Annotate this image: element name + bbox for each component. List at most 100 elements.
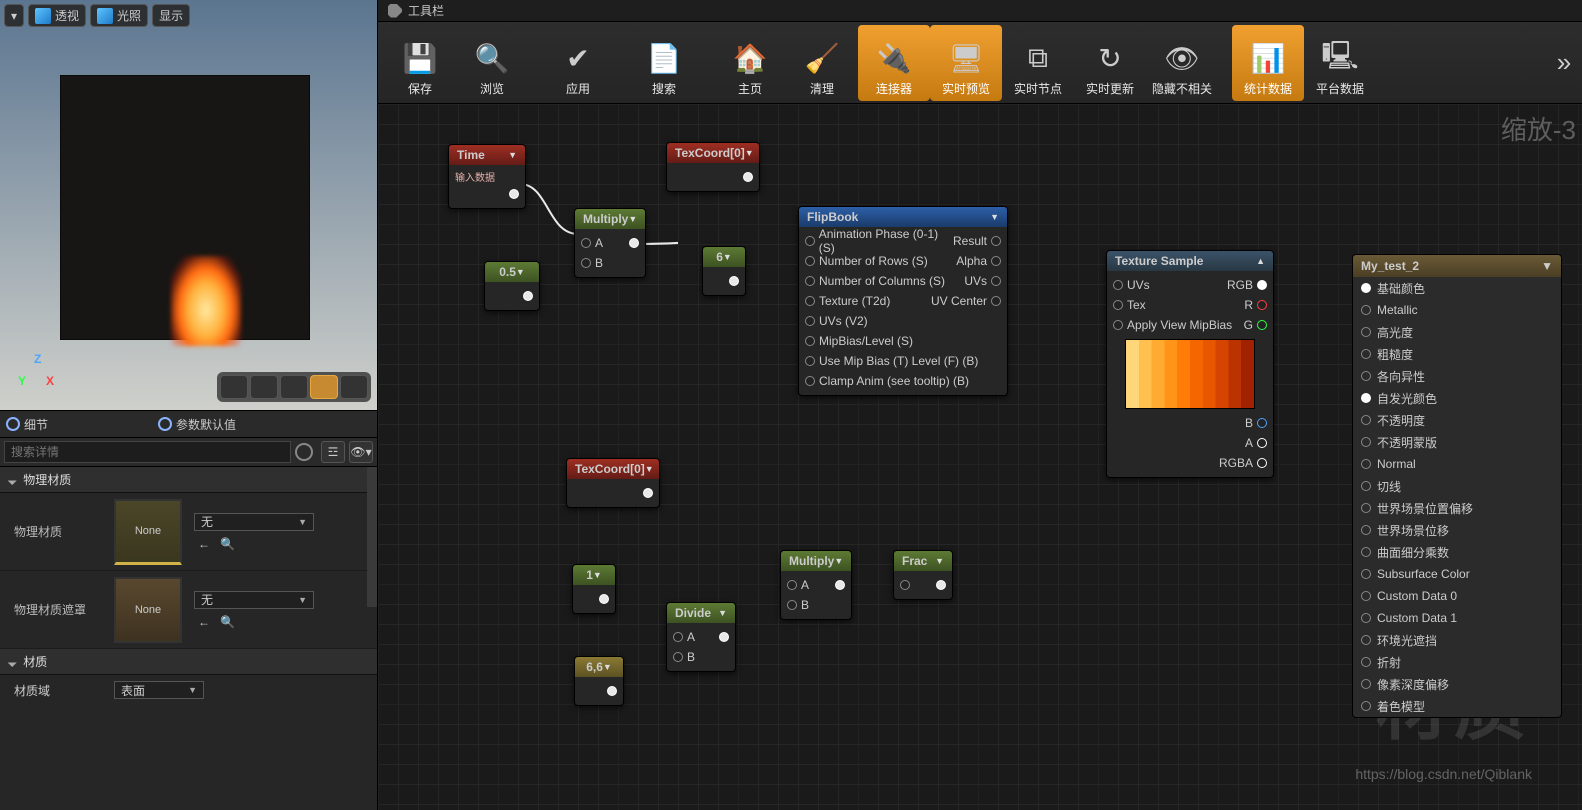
grid-view-button[interactable]: ☲ (321, 441, 345, 463)
viewport[interactable]: ▾ 透视 光照 显示 ZXY (0, 0, 377, 410)
material-pin[interactable]: Custom Data 0 (1353, 585, 1561, 607)
fire-icon (171, 256, 241, 346)
material-pin[interactable]: 切线 (1353, 475, 1561, 497)
toolbar-应用[interactable]: ✔应用 (542, 25, 614, 101)
material-pin[interactable]: 折射 (1353, 651, 1561, 673)
details-panel[interactable]: 物理材质 物理材质 None 无▼ ← 🔍 物理材质遮罩 None 无▼ ← 🔍 (0, 467, 377, 810)
toolbar-搜索[interactable]: 📄搜索 (628, 25, 700, 101)
node-texcoord-a[interactable]: TexCoord[0]▼ (666, 142, 760, 192)
node-material-output[interactable]: My_test_2▼ 基础颜色Metallic高光度粗糙度各向异性自发光颜色不透… (1352, 254, 1562, 718)
material-pin[interactable]: 高光度 (1353, 321, 1561, 343)
preview-mesh (60, 75, 310, 340)
material-pin[interactable]: 粗糙度 (1353, 343, 1561, 365)
toolbar-实时预览[interactable]: 🖥实时预览 (930, 25, 1002, 101)
viewmode-button[interactable]: 光照 (90, 4, 148, 27)
toolbar-浏览[interactable]: 🔍浏览 (456, 25, 528, 101)
node-flipbook[interactable]: FlipBook▼ Animation Phase (0-1) (S)Resul… (798, 206, 1008, 396)
scrollbar[interactable] (367, 467, 377, 607)
toolbar-label: 保存 (408, 80, 432, 97)
toolbar-label: 实时更新 (1086, 80, 1134, 97)
material-pin[interactable]: 世界场景位置偏移 (1353, 497, 1561, 519)
material-pin[interactable]: Custom Data 1 (1353, 607, 1561, 629)
toolbar: 💾保存🔍浏览✔应用📄搜索🏠主页🧹清理🔌连接器🖥实时预览⧉实时节点↻实时更新👁隐藏… (378, 22, 1582, 104)
material-pin[interactable]: 各向异性 (1353, 365, 1561, 387)
toolbar-label: 平台数据 (1316, 80, 1364, 97)
toolbar-icon: ↻ (1089, 38, 1131, 80)
search-icon (295, 443, 313, 461)
eye-dropdown-button[interactable]: 👁▾ (349, 441, 373, 463)
node-divide[interactable]: Divide▼ A B (666, 602, 736, 672)
material-domain-combo[interactable]: 表面▼ (114, 681, 204, 699)
node-const-1[interactable]: 1▼ (572, 564, 616, 614)
section-material[interactable]: 材质 (0, 649, 377, 675)
toolbar-平台数据[interactable]: 🖳平台数据 (1304, 25, 1376, 101)
label-phys-material: 物理材质 (14, 523, 114, 540)
toolbar-主页[interactable]: 🏠主页 (714, 25, 786, 101)
find-asset-icon[interactable]: 🔍 (220, 615, 235, 629)
material-pin[interactable]: 不透明蒙版 (1353, 431, 1561, 453)
material-pin[interactable]: 像素深度偏移 (1353, 673, 1561, 695)
node-const-6[interactable]: 6▼ (702, 246, 746, 296)
material-pin[interactable]: 世界场景位移 (1353, 519, 1561, 541)
material-pin[interactable]: 曲面细分乘数 (1353, 541, 1561, 563)
search-icon (158, 417, 172, 431)
asset-thumbnail[interactable]: None (114, 499, 182, 565)
toolbar-title: 工具栏 (378, 0, 1582, 22)
toolbar-icon: 🧹 (801, 38, 843, 80)
toolbar-label: 隐藏不相关 (1152, 80, 1212, 97)
node-texture-sample[interactable]: Texture Sample▲ UVsRGBTexRApply View Mip… (1106, 250, 1274, 478)
material-pin[interactable]: Metallic (1353, 299, 1561, 321)
node-texcoord-b[interactable]: TexCoord[0]▼ (566, 458, 660, 508)
shape-custom[interactable] (340, 375, 368, 399)
material-pin[interactable]: 着色模型 (1353, 695, 1561, 717)
shape-cylinder[interactable] (220, 375, 248, 399)
toolbar-icon: ✔ (557, 38, 599, 80)
material-pin[interactable]: 环境光遮挡 (1353, 629, 1561, 651)
toolbar-icon: 📊 (1247, 38, 1289, 80)
toolbar-label: 连接器 (876, 80, 912, 97)
material-pin[interactable]: 自发光颜色 (1353, 387, 1561, 409)
shape-cube[interactable] (310, 375, 338, 399)
source-url: https://blog.csdn.net/Qiblank (1355, 766, 1532, 782)
preview-shape-selector[interactable] (217, 372, 371, 402)
viewport-options-button[interactable]: ▾ (4, 4, 24, 27)
tab-param-defaults[interactable]: 参数默认值 (158, 416, 236, 433)
browse-back-icon[interactable]: ← (198, 537, 210, 551)
toolbar-隐藏不相关[interactable]: 👁隐藏不相关 (1146, 25, 1218, 101)
asset-thumbnail[interactable]: None (114, 577, 182, 643)
material-graph[interactable]: 缩放-3 材质 https://blog.csdn.net/Qiblank (378, 104, 1582, 810)
node-multiply-2[interactable]: Multiply▼ A B (780, 550, 852, 620)
node-const-66[interactable]: 6,6▼ (574, 656, 624, 706)
toolbar-实时更新[interactable]: ↻实时更新 (1074, 25, 1146, 101)
toolbar-icon: 🏠 (729, 38, 771, 80)
shape-plane[interactable] (280, 375, 308, 399)
search-input[interactable] (4, 441, 291, 463)
section-phys-material[interactable]: 物理材质 (0, 467, 377, 493)
toolbar-统计数据[interactable]: 📊统计数据 (1232, 25, 1304, 101)
toolbar-label: 主页 (738, 80, 762, 97)
toolbar-icon: 📄 (643, 38, 685, 80)
tab-details[interactable]: 细节 (6, 416, 48, 433)
browse-back-icon[interactable]: ← (198, 615, 210, 629)
shape-sphere[interactable] (250, 375, 278, 399)
node-time[interactable]: Time▼ 输入数据 (448, 144, 526, 209)
find-asset-icon[interactable]: 🔍 (220, 537, 235, 551)
toolbar-连接器[interactable]: 🔌连接器 (858, 25, 930, 101)
material-pin[interactable]: Subsurface Color (1353, 563, 1561, 585)
node-frac[interactable]: Frac▼ (893, 550, 953, 600)
toolbar-清理[interactable]: 🧹清理 (786, 25, 858, 101)
material-pin[interactable]: Normal (1353, 453, 1561, 475)
material-pin[interactable]: 基础颜色 (1353, 277, 1561, 299)
node-const-0_5[interactable]: 0.5▼ (484, 261, 540, 311)
show-button[interactable]: 显示 (152, 4, 190, 27)
phys-material-combo[interactable]: 无▼ (194, 513, 314, 531)
perspective-button[interactable]: 透视 (28, 4, 86, 27)
node-multiply-1[interactable]: Multiply▼ A B (574, 208, 646, 278)
toolbar-label: 浏览 (480, 80, 504, 97)
toolbar-实时节点[interactable]: ⧉实时节点 (1002, 25, 1074, 101)
toolbar-保存[interactable]: 💾保存 (384, 25, 456, 101)
toolbar-overflow[interactable]: » (1546, 47, 1582, 78)
toolbar-icon: 🔍 (471, 38, 513, 80)
phys-material-mask-combo[interactable]: 无▼ (194, 591, 314, 609)
material-pin[interactable]: 不透明度 (1353, 409, 1561, 431)
